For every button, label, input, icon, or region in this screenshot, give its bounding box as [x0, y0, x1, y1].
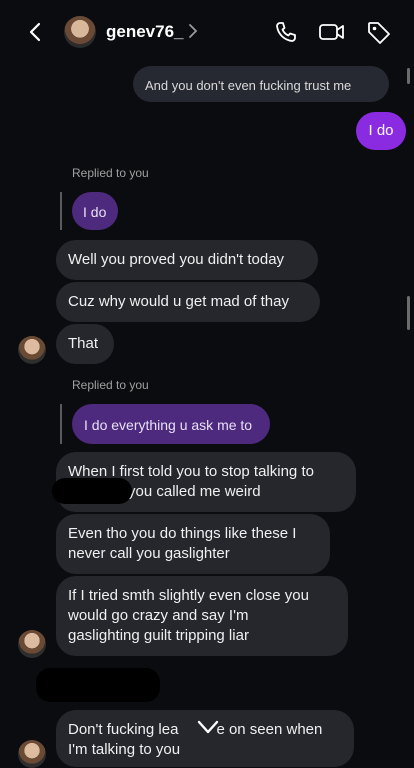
avatar[interactable]	[18, 336, 46, 364]
redaction-mark	[52, 478, 132, 504]
message-text-line: gaslighting guilt tripping liar	[68, 627, 249, 644]
replied-label: Replied to you	[72, 166, 149, 180]
video-camera-icon[interactable]	[318, 20, 346, 44]
avatar[interactable]	[18, 740, 46, 768]
tag-icon[interactable]	[366, 20, 392, 46]
reply-quote-text: I do everything u ask me to	[84, 417, 253, 433]
reply-quote[interactable]: I do	[72, 192, 118, 230]
message-incoming[interactable]: If I tried smth slightly even close you …	[56, 576, 348, 656]
scrollbar-top[interactable]	[407, 68, 410, 84]
message-incoming[interactable]: Well you proved you didn't today	[56, 240, 318, 280]
message-text: Well you proved you didn't today	[68, 251, 285, 268]
chat-header: genev76_	[0, 0, 414, 62]
message-text: e on seen when	[216, 721, 323, 738]
message-text-line: Even tho you do things like these I	[68, 525, 297, 542]
message-text-line: I'm talking to you	[68, 741, 181, 758]
message-text: That	[68, 335, 99, 352]
message-outgoing[interactable]: I do	[356, 112, 406, 150]
message-incoming[interactable]: Even tho you do things like these I neve…	[56, 514, 330, 574]
reply-quote[interactable]: I do everything u ask me to	[72, 404, 270, 444]
reply-indicator-line	[60, 192, 62, 230]
avatar[interactable]	[64, 16, 96, 48]
reply-indicator-line	[60, 404, 62, 444]
chevron-down-icon[interactable]	[197, 719, 219, 735]
scrollbar-thumb[interactable]	[407, 296, 410, 330]
message-text: And you don't even fucking trust me	[145, 78, 352, 93]
message-text-line: would go crazy and say I'm	[68, 607, 249, 624]
message-text-line: If I tried smth slightly even close you	[68, 587, 309, 604]
message-outgoing[interactable]: And you don't even fucking trust me	[133, 66, 389, 102]
message-incoming[interactable]: Cuz why would u get mad of thay	[56, 282, 320, 322]
chevron-right-icon[interactable]	[186, 22, 200, 40]
replied-label: Replied to you	[72, 378, 149, 392]
phone-icon[interactable]	[274, 20, 298, 44]
username[interactable]: genev76_	[106, 22, 184, 42]
message-incoming[interactable]: That	[56, 324, 114, 364]
message-text: I do	[368, 122, 394, 139]
redaction-mark	[36, 668, 160, 702]
message-text: Don't fucking lea	[68, 721, 179, 738]
avatar[interactable]	[18, 630, 46, 658]
message-text-line: never call you gaslighter	[68, 545, 230, 562]
reply-quote-text: I do	[83, 204, 107, 220]
chevron-left-icon[interactable]	[24, 20, 48, 44]
message-text: Cuz why would u get mad of thay	[68, 293, 289, 310]
